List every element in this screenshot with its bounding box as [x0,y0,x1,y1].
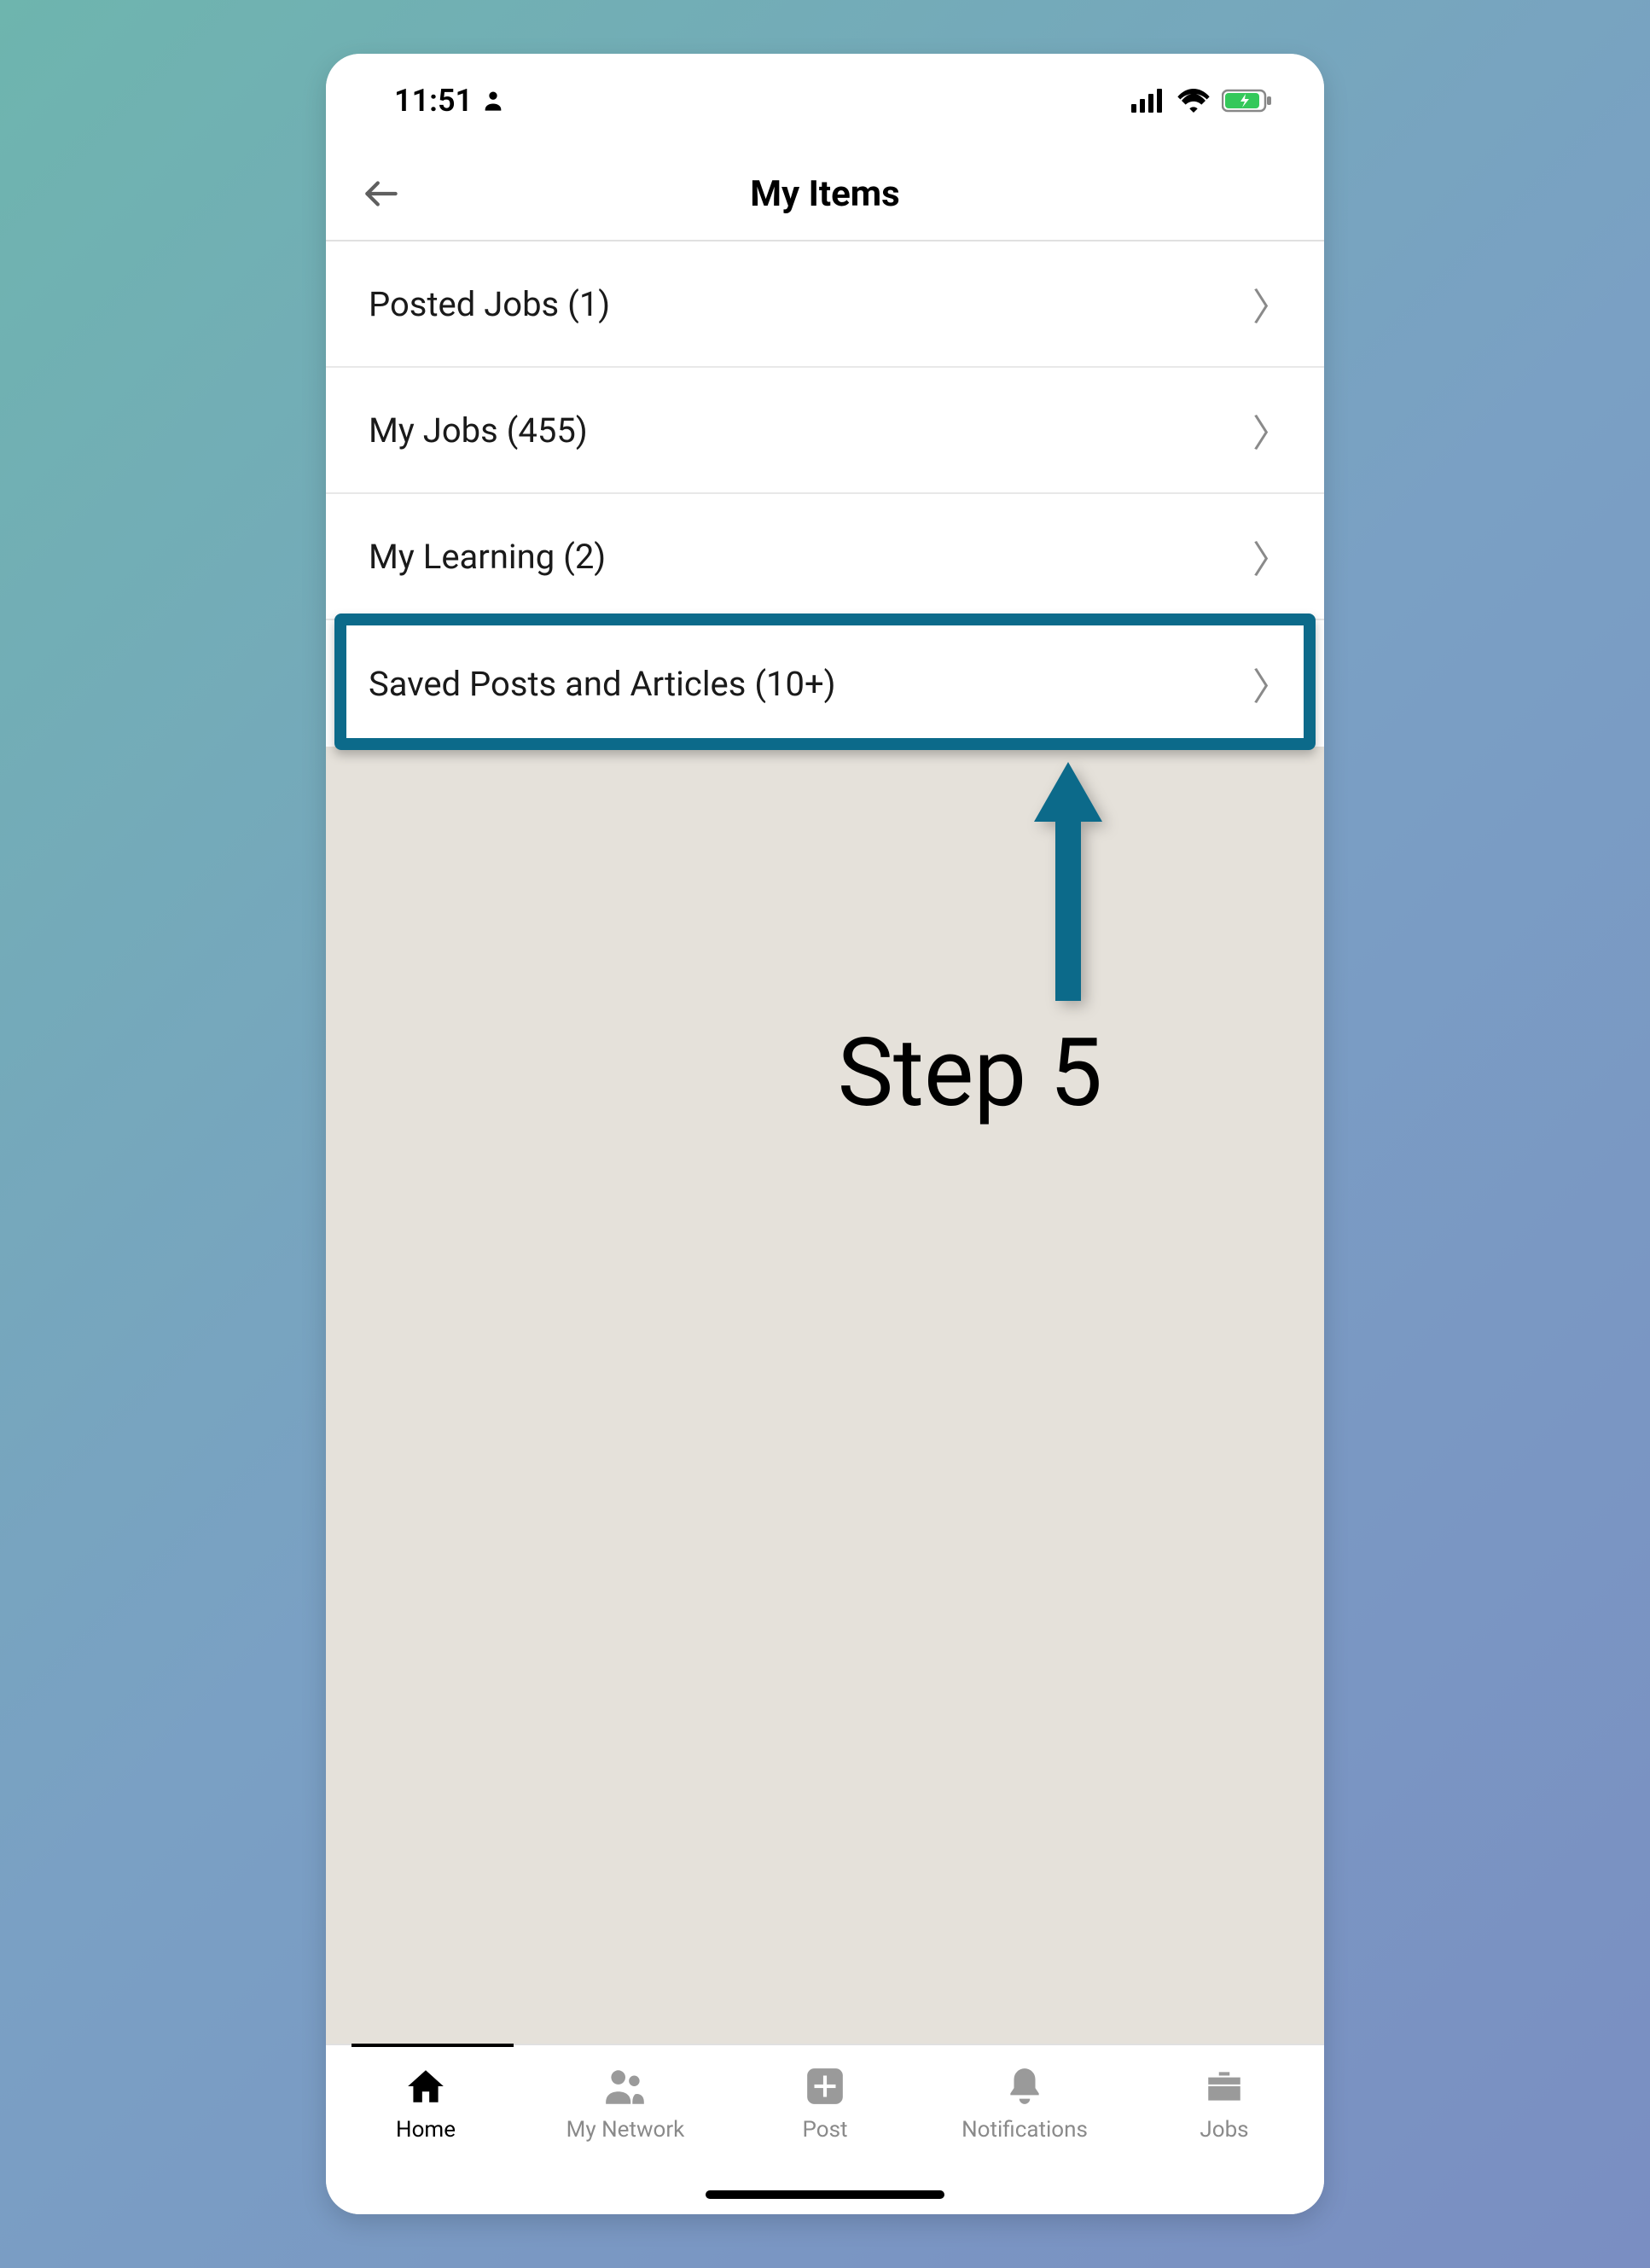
status-time: 11:51 [394,83,473,119]
person-icon [481,89,505,113]
list-item-label: Saved Posts and Articles (10+) [369,664,836,704]
chevron-right-icon: 〉 [1252,276,1290,331]
tab-jobs[interactable]: Jobs [1124,2062,1324,2143]
phone-frame: 11:51 [326,54,1324,2214]
page-title: My Items [326,173,1324,215]
arrow-left-icon [360,172,403,215]
signal-icon [1131,89,1165,113]
back-button[interactable] [343,155,420,232]
status-indicators [1131,89,1273,113]
tab-bar: Home My Network Post Notifications Jobs [326,2044,1324,2214]
plus-square-icon [804,2062,846,2110]
tab-notifications[interactable]: Notifications [925,2062,1124,2143]
list-item-saved-posts[interactable]: Saved Posts and Articles (10+) 〉 [326,620,1324,747]
list-item-label: Posted Jobs (1) [369,284,610,324]
tab-home[interactable]: Home [326,2062,526,2143]
home-icon [404,2062,447,2110]
briefcase-icon [1203,2062,1246,2110]
list-item-label: My Learning (2) [369,537,606,577]
annotation-arrow-up-icon [1034,762,1102,1001]
list-item-my-learning[interactable]: My Learning (2) 〉 [326,494,1324,620]
list-item-posted-jobs[interactable]: Posted Jobs (1) 〉 [326,241,1324,368]
list-item-label: My Jobs (455) [369,410,588,451]
tab-label: My Network [566,2117,685,2143]
people-icon [602,2062,648,2110]
status-bar: 11:51 [326,54,1324,148]
bell-icon [1003,2062,1046,2110]
tab-label: Notifications [962,2117,1088,2143]
tab-post[interactable]: Post [725,2062,925,2143]
chevron-right-icon: 〉 [1252,403,1290,457]
tab-label: Home [396,2117,456,2143]
tab-network[interactable]: My Network [526,2062,725,2143]
chevron-right-icon: 〉 [1252,529,1290,584]
active-tab-indicator [351,2044,514,2047]
home-indicator[interactable] [706,2190,944,2199]
tab-label: Jobs [1200,2117,1248,2143]
list-item-my-jobs[interactable]: My Jobs (455) 〉 [326,368,1324,494]
status-time-group: 11:51 [394,83,505,119]
wifi-icon [1177,89,1210,113]
battery-icon [1222,89,1273,113]
header-bar: My Items [326,148,1324,241]
item-list: Posted Jobs (1) 〉 My Jobs (455) 〉 My Lea… [326,241,1324,747]
chevron-right-icon: 〉 [1252,656,1290,711]
tab-label: Post [803,2117,848,2143]
annotation-step-label: Step 5 [326,1018,1324,1128]
